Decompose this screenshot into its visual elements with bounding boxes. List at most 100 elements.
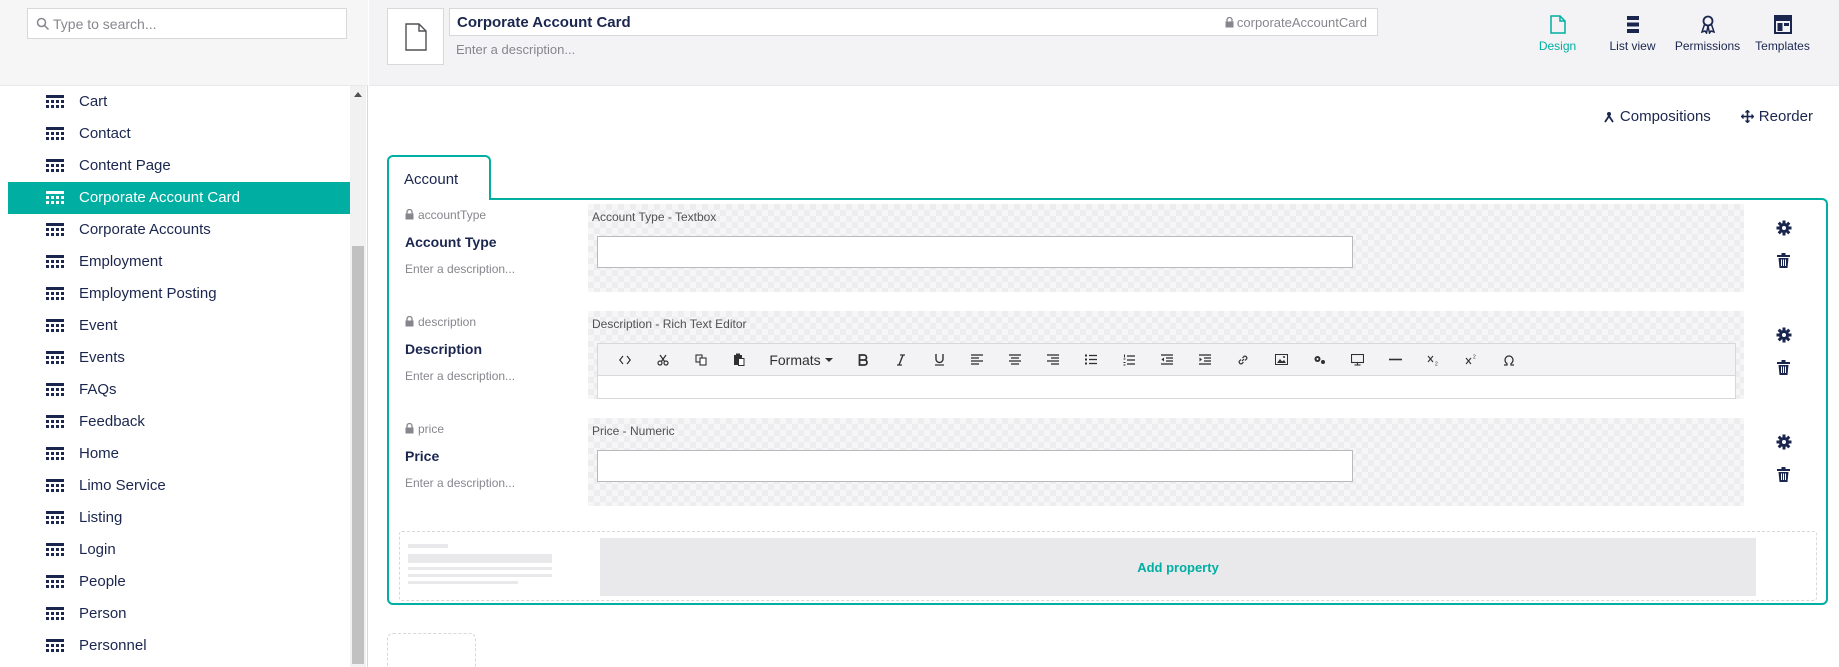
sidebar-scrollbar[interactable] — [350, 86, 366, 667]
document-type-icon-picker[interactable] — [387, 8, 444, 65]
editor-view-switcher: Design List view Permissions Templates — [1520, 12, 1820, 56]
trash-icon[interactable] — [1777, 253, 1790, 268]
design-button[interactable]: Design — [1520, 12, 1595, 56]
tree-item[interactable]: Listing — [8, 502, 350, 534]
permissions-icon — [1700, 15, 1715, 34]
list-view-button[interactable]: List view — [1595, 12, 1670, 56]
tab-account[interactable]: Account — [387, 155, 491, 200]
property-row-price[interactable]: price Price Enter a description... Price… — [389, 414, 1826, 514]
tree-item[interactable]: Event — [8, 310, 350, 342]
scrollbar-thumb[interactable] — [352, 246, 364, 664]
tree-item[interactable]: Corporate Accounts — [8, 214, 350, 246]
tree-item[interactable]: Employment Posting — [8, 278, 350, 310]
gear-icon[interactable] — [1776, 327, 1792, 343]
tab-label: Account — [404, 171, 459, 188]
templates-icon — [1773, 15, 1792, 34]
tree-item[interactable]: Corporate Account Card — [8, 182, 350, 214]
property-label[interactable]: Description — [405, 341, 482, 357]
scroll-up-arrow-icon[interactable] — [354, 92, 362, 97]
gear-icon[interactable] — [1776, 220, 1792, 236]
add-group-button[interactable] — [387, 633, 476, 667]
subscript-icon: 2 — [1414, 346, 1452, 374]
tree-item[interactable]: Contact — [8, 118, 350, 150]
trash-icon[interactable] — [1777, 360, 1790, 375]
tree-item[interactable]: FAQs — [8, 374, 350, 406]
editor-header: Corporate Account Card corporateAccountC… — [369, 0, 1839, 86]
superscript-icon: 2 — [1452, 346, 1490, 374]
tree-item[interactable]: Cart — [8, 86, 350, 118]
document-type-icon — [46, 95, 64, 108]
property-label[interactable]: Account Type — [405, 234, 497, 250]
tree-item[interactable]: Limo Service — [8, 470, 350, 502]
property-description[interactable]: Enter a description... — [405, 262, 515, 276]
search-box[interactable] — [27, 8, 347, 39]
search-input[interactable] — [53, 9, 343, 38]
property-editor-preview[interactable]: Description - Rich Text Editor Formats 2… — [588, 311, 1744, 399]
design-icon — [1549, 15, 1566, 34]
tree-item-label: FAQs — [79, 381, 117, 398]
property-alias-text: accountType — [418, 208, 487, 222]
tree-item-label: Contact — [79, 125, 131, 142]
tree-item-label: Personnel — [79, 637, 147, 654]
property-editor-preview[interactable]: Price - Numeric — [588, 418, 1744, 506]
document-type-icon — [46, 127, 64, 140]
tree-item[interactable]: Login — [8, 534, 350, 566]
property-row-account-type[interactable]: accountType Account Type Enter a descrip… — [389, 200, 1826, 300]
tree-item-label: Person — [79, 605, 127, 622]
property-description[interactable]: Enter a description... — [405, 476, 515, 490]
document-type-icon — [46, 543, 64, 556]
formats-label: Formats — [769, 351, 821, 368]
compositions-button[interactable]: Compositions — [1603, 108, 1711, 125]
link-icon — [1224, 346, 1262, 374]
tree-item[interactable]: Person — [8, 598, 350, 630]
property-editor-preview[interactable]: Account Type - Textbox — [588, 204, 1744, 292]
add-property-label: Add property — [1137, 559, 1219, 575]
tree-item[interactable]: Employment — [8, 246, 350, 278]
tree-item[interactable]: Personnel — [8, 630, 350, 662]
lock-icon[interactable] — [405, 423, 414, 434]
document-type-icon — [46, 639, 64, 652]
document-type-name[interactable]: Corporate Account Card — [457, 14, 631, 31]
design-label: Design — [1538, 39, 1577, 53]
macro-icon — [1300, 346, 1338, 374]
document-type-icon — [46, 447, 64, 460]
templates-button[interactable]: Templates — [1745, 12, 1820, 56]
trash-icon[interactable] — [1777, 467, 1790, 482]
add-property-button[interactable]: Add property — [600, 538, 1756, 596]
property-description[interactable]: Enter a description... — [405, 369, 515, 383]
property-row-description[interactable]: description Description Enter a descript… — [389, 307, 1826, 407]
formats-dropdown: Formats — [758, 346, 844, 374]
tree-item[interactable]: Events — [8, 342, 350, 374]
templates-label: Templates — [1755, 39, 1810, 53]
numbered-list-icon — [1110, 346, 1148, 374]
alias-field[interactable]: corporateAccountCard — [1225, 15, 1367, 30]
tree-item[interactable]: Home — [8, 438, 350, 470]
align-center-icon — [996, 346, 1034, 374]
description-input[interactable]: Enter a description... — [456, 42, 575, 57]
property-alias: price — [405, 422, 444, 436]
document-type-icon — [46, 351, 64, 364]
property-alias: description — [405, 315, 476, 329]
tree-item[interactable]: Content Page — [8, 150, 350, 182]
gear-icon[interactable] — [1776, 434, 1792, 450]
editor-main: Compositions Reorder Account accountType… — [369, 87, 1839, 667]
property-label[interactable]: Price — [405, 448, 439, 464]
tree-item-label: Content Page — [79, 157, 171, 174]
tree-item[interactable]: People — [8, 566, 350, 598]
lock-icon[interactable] — [405, 209, 414, 220]
tree-item-label: Home — [79, 445, 120, 462]
align-right-icon — [1034, 346, 1072, 374]
document-type-name-input[interactable]: Corporate Account Card corporateAccountC… — [449, 8, 1378, 36]
tab-connector — [389, 197, 489, 201]
lock-icon[interactable] — [405, 316, 414, 327]
embed-icon — [1338, 346, 1376, 374]
move-icon — [1740, 110, 1754, 123]
permissions-button[interactable]: Permissions — [1670, 12, 1745, 56]
reorder-button[interactable]: Reorder — [1740, 108, 1813, 125]
document-type-tree: Cart Contact Content Page Corporate Account… — [8, 86, 350, 667]
tree-item-label: Employment Posting — [79, 285, 217, 302]
svg-text:2: 2 — [1473, 354, 1476, 360]
search-icon — [36, 17, 50, 31]
lock-icon[interactable] — [1225, 17, 1234, 28]
tree-item[interactable]: Feedback — [8, 406, 350, 438]
